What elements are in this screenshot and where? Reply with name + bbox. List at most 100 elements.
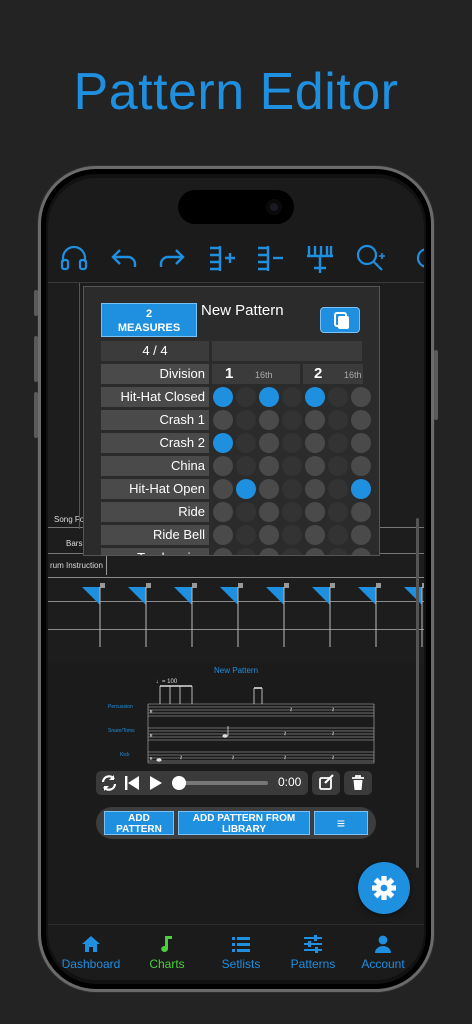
pattern-cell[interactable] bbox=[236, 548, 256, 555]
pattern-cell[interactable] bbox=[236, 433, 256, 453]
pattern-cell[interactable] bbox=[305, 456, 325, 476]
scrollbar[interactable] bbox=[416, 518, 419, 868]
instrument-label[interactable]: Hit-Hat Open bbox=[101, 479, 209, 499]
pattern-cell[interactable] bbox=[282, 502, 302, 522]
pattern-cell[interactable] bbox=[259, 410, 279, 430]
add-from-library-button[interactable]: ADD PATTERN FROM LIBRARY bbox=[178, 811, 310, 835]
copy-button[interactable] bbox=[320, 307, 360, 333]
play-icon[interactable] bbox=[148, 775, 164, 791]
add-pattern-button[interactable]: ADD PATTERN bbox=[104, 811, 174, 835]
pattern-cell[interactable] bbox=[305, 502, 325, 522]
pattern-cell[interactable] bbox=[259, 525, 279, 545]
pattern-cell[interactable] bbox=[213, 387, 233, 407]
pattern-cell[interactable] bbox=[328, 479, 348, 499]
edit-button[interactable] bbox=[312, 771, 340, 795]
pattern-cell[interactable] bbox=[236, 410, 256, 430]
pattern-cell[interactable] bbox=[351, 433, 371, 453]
pattern-cell[interactable] bbox=[236, 456, 256, 476]
pattern-cell[interactable] bbox=[213, 456, 233, 476]
pattern-cell[interactable] bbox=[328, 387, 348, 407]
measure-flag[interactable] bbox=[266, 583, 289, 647]
time-signature[interactable]: 4 / 4 bbox=[101, 341, 209, 361]
progress-track[interactable] bbox=[172, 776, 268, 790]
undo-icon[interactable] bbox=[108, 242, 140, 274]
pattern-cell[interactable] bbox=[236, 387, 256, 407]
pattern-cell[interactable] bbox=[328, 456, 348, 476]
instrument-label[interactable]: Crash 1 bbox=[101, 410, 209, 430]
pattern-cell[interactable] bbox=[282, 433, 302, 453]
pattern-cell[interactable] bbox=[305, 410, 325, 430]
pattern-cell[interactable] bbox=[236, 502, 256, 522]
instrument-label[interactable]: China bbox=[101, 456, 209, 476]
add-instrument-icon[interactable] bbox=[304, 242, 336, 274]
measure-flag[interactable] bbox=[312, 583, 335, 647]
pattern-cell[interactable] bbox=[328, 410, 348, 430]
pattern-cell[interactable] bbox=[282, 525, 302, 545]
pattern-cell[interactable] bbox=[351, 525, 371, 545]
pattern-cell[interactable] bbox=[236, 479, 256, 499]
pattern-cell[interactable] bbox=[282, 410, 302, 430]
tab-account[interactable]: Account bbox=[346, 933, 420, 971]
pattern-cell[interactable] bbox=[305, 548, 325, 555]
pattern-cell[interactable] bbox=[305, 479, 325, 499]
pattern-cell[interactable] bbox=[259, 479, 279, 499]
pattern-cell[interactable] bbox=[213, 479, 233, 499]
notation-preview[interactable]: ♩= 100 𝄥𝄥𝄥 𝄽 𝄽 𝄽 𝄽 𝄽 𝄽 𝄽 𝄽 bbox=[104, 674, 380, 764]
measures-button[interactable]: 2 MEASURES bbox=[101, 303, 197, 337]
pattern-cell[interactable] bbox=[351, 502, 371, 522]
pattern-cell[interactable] bbox=[213, 410, 233, 430]
pattern-cell[interactable] bbox=[328, 433, 348, 453]
redo-icon[interactable] bbox=[156, 242, 188, 274]
pattern-cell[interactable] bbox=[282, 479, 302, 499]
pattern-cell[interactable] bbox=[305, 525, 325, 545]
measure-flag[interactable] bbox=[128, 583, 151, 647]
pattern-cell[interactable] bbox=[351, 456, 371, 476]
pattern-cell[interactable] bbox=[282, 387, 302, 407]
pattern-cell[interactable] bbox=[259, 502, 279, 522]
instrument-label[interactable]: Ride Bell bbox=[101, 525, 209, 545]
pattern-cell[interactable] bbox=[259, 548, 279, 555]
measure-flag[interactable] bbox=[220, 583, 243, 647]
measure-flag[interactable] bbox=[82, 583, 105, 647]
settings-button[interactable] bbox=[358, 862, 410, 914]
pattern-cell[interactable] bbox=[305, 433, 325, 453]
tab-patterns[interactable]: Patterns bbox=[276, 933, 350, 971]
pattern-cell[interactable] bbox=[259, 456, 279, 476]
pattern-cell[interactable] bbox=[305, 387, 325, 407]
tab-dashboard[interactable]: Dashboard bbox=[54, 933, 128, 971]
pattern-cell[interactable] bbox=[213, 433, 233, 453]
delete-button[interactable] bbox=[344, 771, 372, 795]
measure-flag[interactable] bbox=[174, 583, 197, 647]
instrument-label[interactable]: Hit-Hat Closed bbox=[101, 387, 209, 407]
pattern-cell[interactable] bbox=[328, 525, 348, 545]
pattern-cell[interactable] bbox=[282, 456, 302, 476]
pattern-cell[interactable] bbox=[213, 525, 233, 545]
instrument-label[interactable]: Tambourine bbox=[101, 548, 209, 555]
rewind-icon[interactable] bbox=[124, 775, 140, 791]
pattern-cell[interactable] bbox=[259, 433, 279, 453]
pattern-cell[interactable] bbox=[236, 525, 256, 545]
pattern-cell[interactable] bbox=[259, 387, 279, 407]
instrument-label[interactable]: Ride bbox=[101, 502, 209, 522]
pattern-cell[interactable] bbox=[213, 548, 233, 555]
pattern-cell[interactable] bbox=[351, 387, 371, 407]
instrument-label[interactable]: Crash 2 bbox=[101, 433, 209, 453]
loop-icon[interactable] bbox=[100, 774, 118, 792]
menu-button[interactable]: ≡ bbox=[314, 811, 368, 835]
pattern-cell[interactable] bbox=[351, 548, 371, 555]
headphones-icon[interactable] bbox=[58, 242, 90, 274]
pattern-cell[interactable] bbox=[328, 502, 348, 522]
more-icon[interactable] bbox=[414, 242, 424, 274]
add-measure-icon[interactable] bbox=[206, 242, 238, 274]
pattern-cell[interactable] bbox=[351, 410, 371, 430]
zoom-in-icon[interactable] bbox=[354, 242, 386, 274]
pattern-cell[interactable] bbox=[282, 548, 302, 555]
measure-flag[interactable] bbox=[358, 583, 381, 647]
tab-setlists[interactable]: Setlists bbox=[204, 933, 278, 971]
remove-measure-icon[interactable] bbox=[254, 242, 286, 274]
tab-charts[interactable]: Charts bbox=[130, 933, 204, 971]
pattern-cell[interactable] bbox=[328, 548, 348, 555]
pattern-cell[interactable] bbox=[213, 502, 233, 522]
pattern-name-input[interactable]: New Pattern bbox=[201, 302, 311, 319]
progress-knob[interactable] bbox=[172, 776, 186, 790]
